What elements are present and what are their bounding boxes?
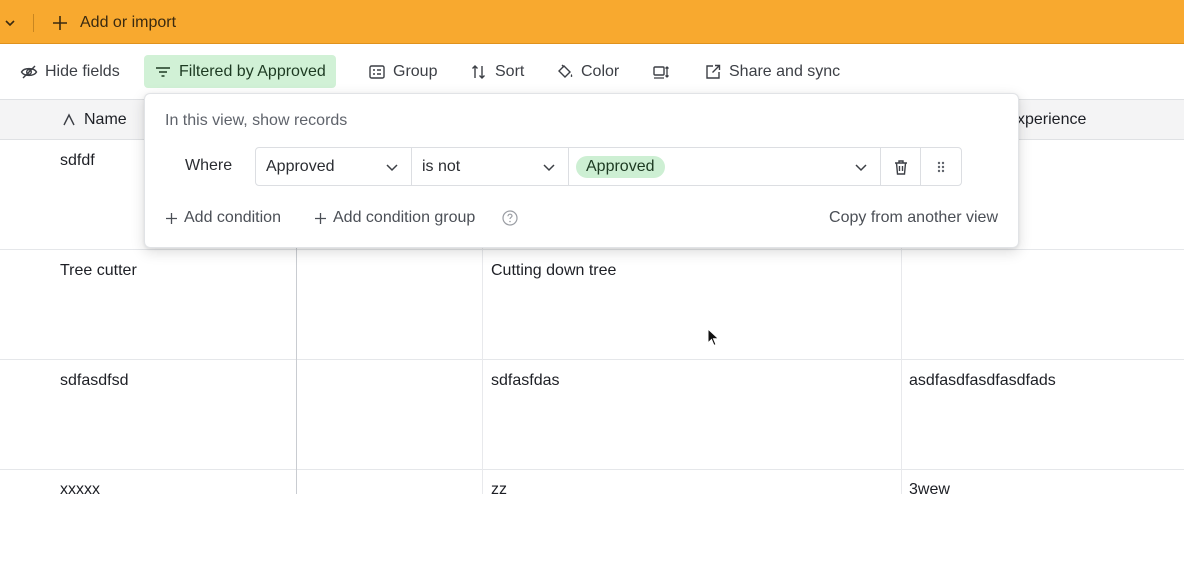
- filter-condition: Approved is not Approved: [255, 147, 962, 186]
- mouse-cursor-icon: [707, 328, 720, 347]
- sort-label: Sort: [495, 62, 525, 80]
- chevron-down-icon: [386, 164, 398, 172]
- where-label: Where: [185, 157, 233, 174]
- sort-icon: [472, 64, 485, 79]
- cell-description[interactable]: sdfasfdas: [483, 360, 567, 470]
- column-experience-label: xperience: [1017, 111, 1087, 128]
- plus-icon: [53, 16, 67, 30]
- top-bar: Add or import: [0, 0, 1184, 44]
- divider: [33, 14, 34, 32]
- filter-icon: [156, 66, 170, 77]
- filter-popover: In this view, show records Where Approve…: [144, 93, 1019, 248]
- column-name-label: Name: [84, 111, 127, 128]
- chevron-down-icon: [543, 164, 555, 172]
- filter-label: Filtered by Approved: [179, 62, 326, 80]
- cell-experience[interactable]: asdfasdfasdfasdfads: [901, 360, 1064, 470]
- cell-description[interactable]: Cutting down tree: [483, 250, 624, 360]
- paint-bucket-icon: [558, 64, 573, 78]
- share-label: Share and sync: [729, 62, 841, 80]
- add-or-import-button[interactable]: Add or import: [52, 12, 176, 34]
- cell-name[interactable]: xxxxx: [52, 469, 108, 579]
- sort-button[interactable]: Sort: [464, 55, 530, 88]
- add-condition-label: Add condition: [184, 209, 281, 226]
- field-select[interactable]: Approved: [256, 148, 412, 185]
- column-header-name[interactable]: Name: [62, 100, 127, 140]
- group-icon: [369, 64, 385, 79]
- table-row[interactable]: sdfasdfsd sdfasfdas asdfasdfasdfasdfads: [0, 360, 1184, 470]
- table-row[interactable]: Tree cutter Cutting down tree: [0, 250, 1184, 360]
- value-pill: Approved: [576, 155, 665, 178]
- drag-handle-icon: [937, 161, 945, 172]
- cell-experience[interactable]: [901, 250, 917, 360]
- cell-description[interactable]: zz: [483, 469, 515, 579]
- color-label: Color: [581, 62, 620, 80]
- filter-popover-title: In this view, show records: [165, 112, 348, 129]
- cell-name[interactable]: sdfasdfsd: [52, 360, 136, 470]
- add-condition-button[interactable]: Add condition: [165, 209, 281, 227]
- view-toolbar: Hide fields Filtered by Approved Group S…: [0, 44, 1184, 100]
- cell-name[interactable]: Tree cutter: [52, 250, 145, 360]
- chevron-down-icon: [855, 164, 867, 172]
- hide-fields-label: Hide fields: [45, 62, 120, 80]
- share-and-sync-button[interactable]: Share and sync: [698, 55, 846, 88]
- table-row[interactable]: xxxxx zz 3wew: [0, 470, 1184, 580]
- drag-handle[interactable]: [921, 148, 961, 185]
- cell-name[interactable]: sdfdf: [52, 140, 103, 250]
- filter-button[interactable]: Filtered by Approved: [144, 55, 336, 88]
- group-button[interactable]: Group: [362, 55, 443, 88]
- add-condition-group-label: Add condition group: [333, 209, 476, 226]
- eye-off-icon: [20, 65, 38, 78]
- delete-condition-button[interactable]: [881, 148, 921, 185]
- value-select[interactable]: Approved: [569, 148, 881, 185]
- plus-icon: [315, 212, 326, 224]
- color-button[interactable]: Color: [550, 55, 625, 88]
- add-condition-group-button[interactable]: Add condition group: [314, 209, 475, 227]
- cell-experience[interactable]: 3wew: [901, 469, 958, 579]
- row-height-icon: [653, 65, 669, 79]
- copy-from-another-view-button[interactable]: Copy from another view: [829, 209, 998, 227]
- row-height-button[interactable]: [646, 55, 676, 88]
- plus-icon: [166, 212, 177, 224]
- chevron-down-icon[interactable]: [3, 16, 17, 30]
- field-select-value: Approved: [266, 157, 335, 175]
- trash-icon: [894, 159, 907, 175]
- help-icon[interactable]: [502, 210, 518, 226]
- column-header-experience[interactable]: xperience: [1017, 100, 1086, 140]
- operator-select-value: is not: [422, 157, 461, 175]
- group-label: Group: [393, 62, 438, 80]
- hide-fields-button[interactable]: Hide fields: [14, 55, 126, 88]
- text-field-icon: [63, 113, 75, 126]
- operator-select[interactable]: is not: [412, 148, 569, 185]
- add-or-import-label: Add or import: [80, 14, 177, 31]
- external-link-icon: [706, 64, 721, 79]
